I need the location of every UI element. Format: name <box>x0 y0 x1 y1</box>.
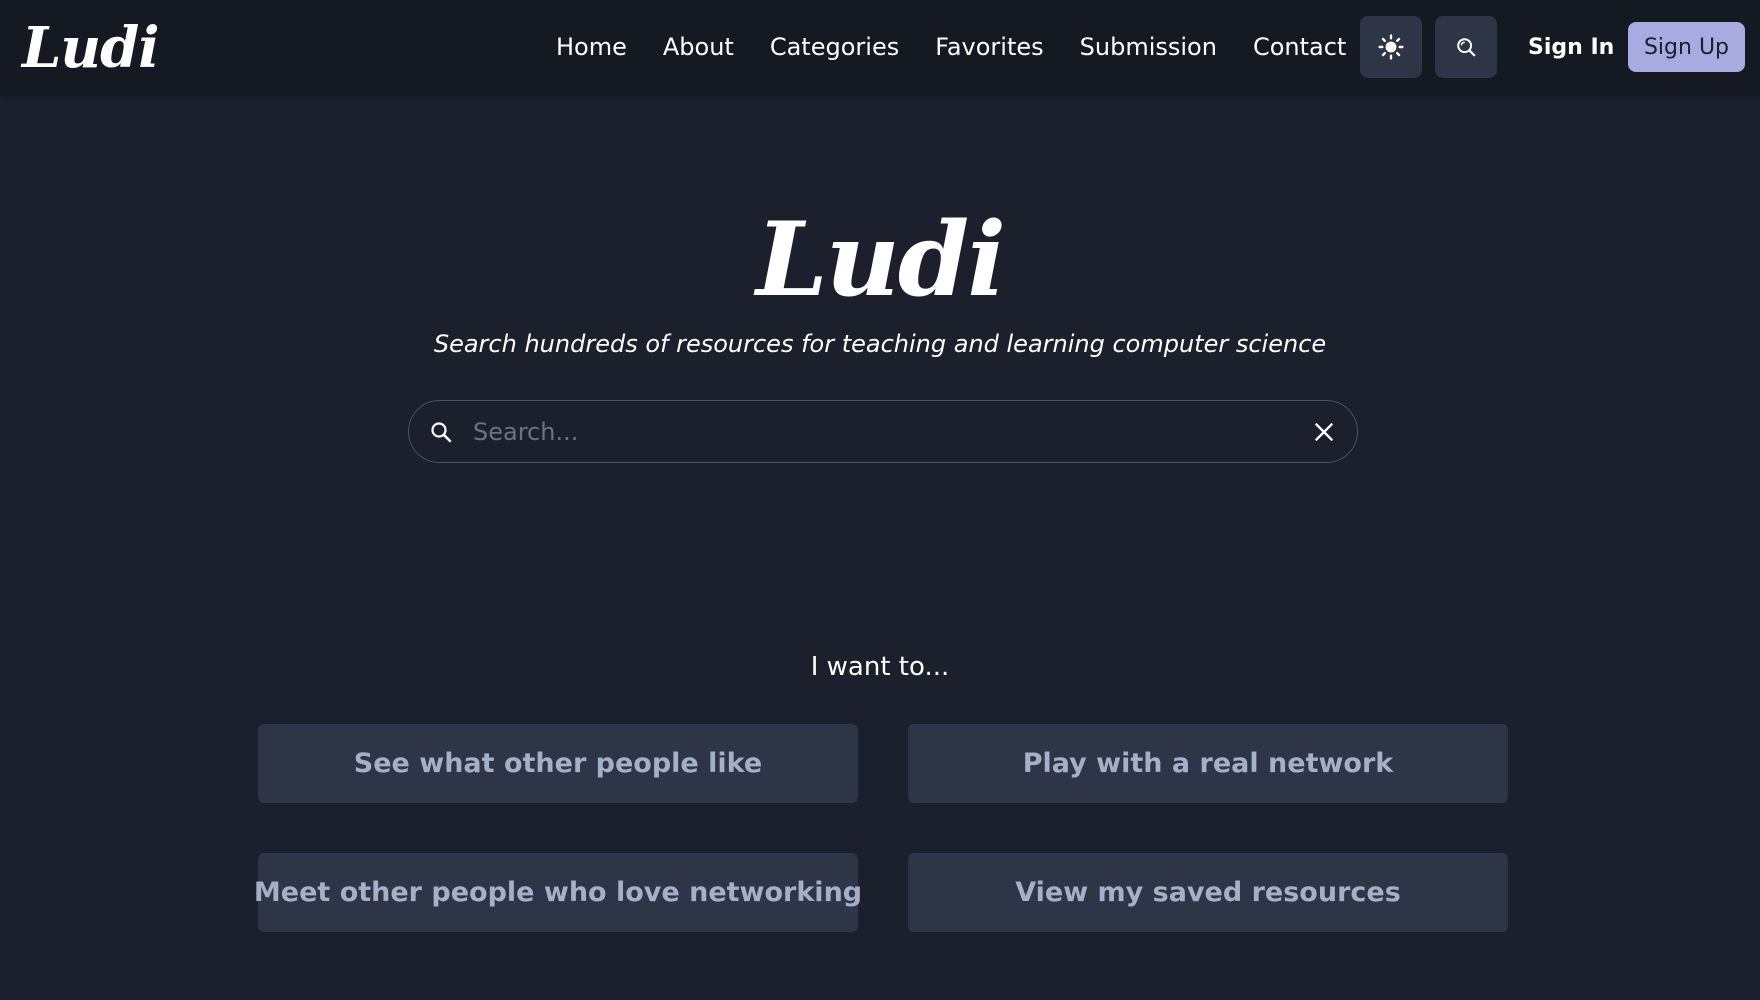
nav-link-categories[interactable]: Categories <box>770 33 899 61</box>
search-icon <box>431 422 452 443</box>
play-with-network-button[interactable]: Play with a real network <box>908 724 1508 803</box>
meet-people-button[interactable]: Meet other people who love networking <box>254 853 862 932</box>
nav-link-submission[interactable]: Submission <box>1080 33 1217 61</box>
nav-link-favorites[interactable]: Favorites <box>935 33 1043 61</box>
sun-icon <box>1378 34 1404 60</box>
site-logo[interactable]: Ludi <box>22 10 160 86</box>
sign-in-link[interactable]: Sign In <box>1528 0 1614 94</box>
sign-up-button[interactable]: Sign Up <box>1628 22 1745 72</box>
see-what-others-like-button[interactable]: See what other people like <box>258 724 858 803</box>
top-navbar: Ludi Home About Categories Favorites Sub… <box>0 0 1760 94</box>
search-input[interactable] <box>471 401 1291 462</box>
search-bar <box>408 400 1358 463</box>
main-nav: Home About Categories Favorites Submissi… <box>556 0 1346 94</box>
hero-subtitle: Search hundreds of resources for teachin… <box>433 330 1327 358</box>
search-icon <box>1457 38 1476 57</box>
nav-link-contact[interactable]: Contact <box>1253 33 1346 61</box>
nav-link-home[interactable]: Home <box>556 33 627 61</box>
header-search-button[interactable] <box>1435 16 1497 78</box>
nav-link-about[interactable]: About <box>663 33 734 61</box>
actions-heading: I want to... <box>810 652 950 682</box>
theme-toggle-button[interactable] <box>1360 16 1422 78</box>
close-icon[interactable] <box>1311 419 1337 445</box>
view-saved-resources-button[interactable]: View my saved resources <box>908 853 1508 932</box>
hero-title: Ludi <box>756 200 1006 320</box>
